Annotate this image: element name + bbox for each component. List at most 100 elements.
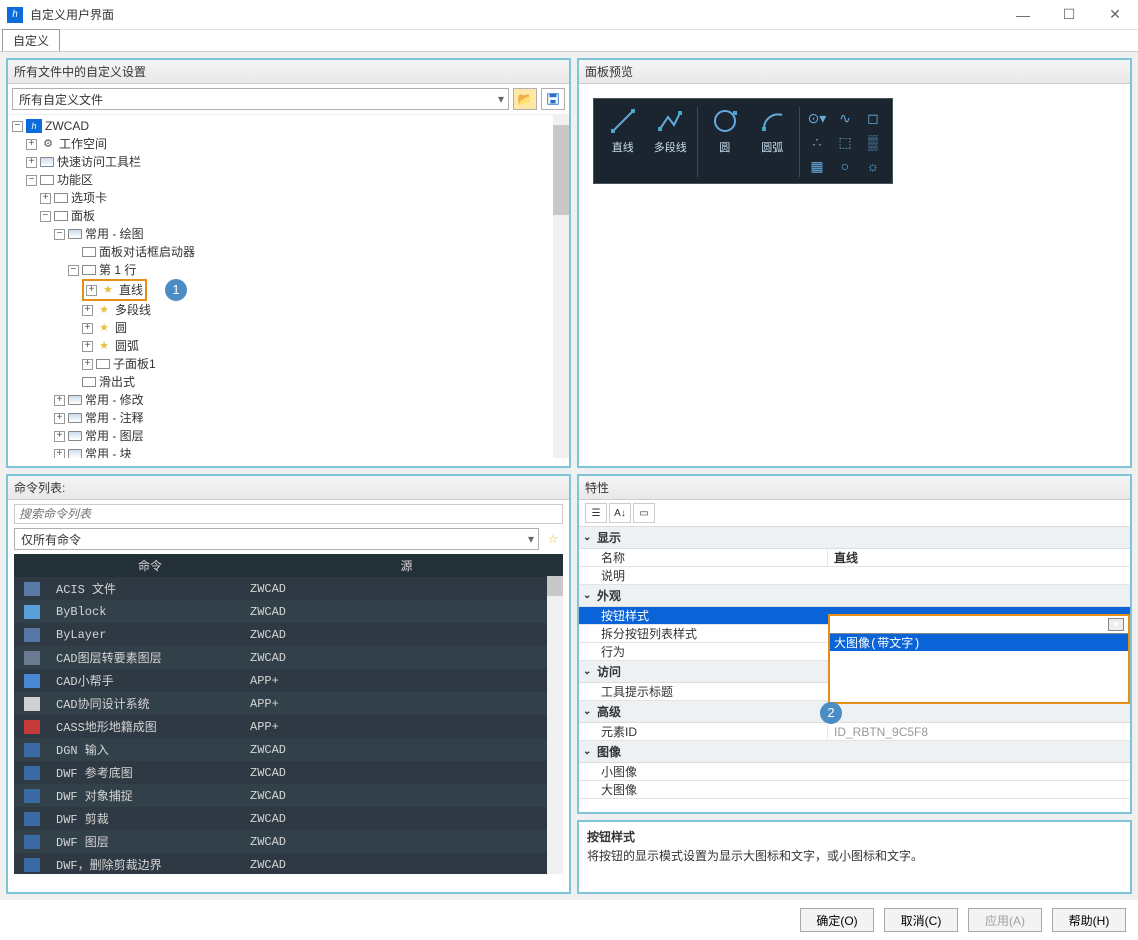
command-row[interactable]: DWF 图层ZWCAD [14,830,563,853]
command-row[interactable]: CAD小帮手APP+ [14,669,563,692]
file-filter-combo[interactable]: 所有自定义文件 [12,88,509,110]
ribbon-circle[interactable]: 圆 [702,107,748,177]
launcher-icon [82,247,96,257]
ok-button[interactable]: 确定(O) [800,908,874,932]
page-tabs: 自定义 [0,30,1138,52]
star-icon: ★ [96,303,112,317]
tab-customize[interactable]: 自定义 [2,29,60,51]
minimize-button[interactable]: — [1000,0,1046,30]
tree-subpanel1[interactable]: 子面板1 [113,355,156,373]
command-row[interactable]: CASS地形地籍成图APP+ [14,715,563,738]
button-style-dropdown[interactable]: 大图像(带文字) 大图像(带文字)大图像(不带文字)小按钮(带文字)小按钮(不带… [828,614,1130,704]
dropdown-option[interactable]: 小按钮(不带文字) [830,685,1128,702]
tree-workspace[interactable]: 工作空间 [59,135,107,153]
tree-scrollbar[interactable] [553,115,569,458]
command-row[interactable]: DWF 对象捕捉ZWCAD [14,784,563,807]
col-cmd[interactable]: 命令 [50,554,250,577]
app-icon: h [7,7,23,23]
favorite-button[interactable]: ☆ [543,528,563,550]
ribbon-polyline[interactable]: 多段线 [648,107,694,177]
tree-common-block[interactable]: 常用 - 块 [85,445,132,458]
tree-line[interactable]: 直线 [119,281,143,299]
command-row[interactable]: CAD协同设计系统APP+ [14,692,563,715]
dropdown-option[interactable]: 大图像(带文字) [830,634,1128,651]
prop-row-element-id[interactable]: 元素ID ID_RBTN_9C5F8 [579,723,1130,741]
ribbon-small-icon[interactable]: ⊙▾ [804,107,830,129]
tree-slideout[interactable]: 滑出式 [99,373,135,391]
tree-common-modify[interactable]: 常用 - 修改 [85,391,144,409]
help-text: 将按钮的显示模式设置为显示大图标和文字，或小图标和文字。 [587,847,1122,864]
row-icon [82,265,96,275]
command-row[interactable]: ACIS 文件ZWCAD [14,577,563,600]
ribbon-small-icon[interactable]: ▒ [860,131,886,153]
help-title: 按钮样式 [587,828,1122,845]
ribbon-arc[interactable]: 圆弧 [749,107,795,177]
tree-common-layer[interactable]: 常用 - 图层 [85,427,144,445]
prop-row-desc[interactable]: 说明 [579,567,1130,585]
save-icon [546,92,560,106]
prop-row-button-style[interactable]: 按钮样式 大图像(带文字) 大图像(带文字)大图像(不带文字)小按钮(带文字)小… [579,607,1130,625]
prop-row-name[interactable]: 名称 直线 [579,549,1130,567]
ribbon-small-icon[interactable]: ◻ [860,107,886,129]
tree-root[interactable]: ZWCAD [45,117,89,135]
command-row[interactable]: ByBlockZWCAD [14,600,563,623]
dropdown-option[interactable]: 大图像(不带文字) [830,651,1128,668]
panel-item-icon [68,413,82,423]
folder-open-icon: 📂 [518,92,533,106]
command-row[interactable]: ByLayerZWCAD [14,623,563,646]
command-row[interactable]: DWF 剪裁ZWCAD [14,807,563,830]
command-filter-combo[interactable]: 仅所有命令 [14,528,539,550]
help-panel: 按钮样式 将按钮的显示模式设置为显示大图标和文字，或小图标和文字。 [577,820,1132,894]
panel-item-icon [68,431,82,441]
prop-row-large-image[interactable]: 大图像 [579,781,1130,799]
prop-sort-button[interactable]: A↓ [609,503,631,523]
close-button[interactable]: ✕ [1092,0,1138,30]
panel-header: 命令列表: [8,476,569,500]
ribbon-small-icon[interactable]: ☼ [860,155,886,177]
ribbon-line[interactable]: 直线 [600,107,646,177]
ribbon-small-icon[interactable]: ∿ [832,107,858,129]
ribbon-small-icon[interactable]: ▦ [804,155,830,177]
subpanel-icon [96,359,110,369]
tab-icon [54,193,68,203]
tree-row1[interactable]: 第 1 行 [99,261,136,279]
command-scrollbar[interactable] [547,576,563,874]
tree-panel[interactable]: 面板 [71,207,95,225]
open-file-button[interactable]: 📂 [513,88,537,110]
command-search-input[interactable] [14,504,563,524]
tree-common-annotate[interactable]: 常用 - 注释 [85,409,144,427]
cancel-button[interactable]: 取消(C) [884,908,958,932]
prop-row-small-image[interactable]: 小图像 [579,763,1130,781]
command-row[interactable]: DWF，删除剪裁边界ZWCAD [14,853,563,874]
tree-common-draw[interactable]: 常用 - 绘图 [85,225,144,243]
tree-arc[interactable]: 圆弧 [115,337,139,355]
command-row[interactable]: DGN 输入ZWCAD [14,738,563,761]
tree-function-area[interactable]: 功能区 [57,171,93,189]
tree-dialog-launcher[interactable]: 面板对话框启动器 [99,243,195,261]
prop-categorize-button[interactable]: ☰ [585,503,607,523]
gear-icon: ⚙ [40,137,56,151]
command-row[interactable]: DWF 参考底图ZWCAD [14,761,563,784]
customize-tree[interactable]: −hZWCAD +⚙工作空间 +快速访问工具栏 −功能区 +选项卡 −面板 −常… [8,115,569,458]
save-file-button[interactable] [541,88,565,110]
panel-preview: 面板预览 直线 多段线 [577,58,1132,468]
command-table: 命令 源 ACIS 文件ZWCADByBlockZWCADByLayerZWCA… [14,554,563,874]
ribbon-icon [40,175,54,185]
ribbon-small-icon[interactable]: ∴ [804,131,830,153]
maximize-button[interactable]: ☐ [1046,0,1092,30]
apply-button[interactable]: 应用(A) [968,908,1042,932]
command-row[interactable]: CAD图层转要素图层ZWCAD [14,646,563,669]
tree-polyline[interactable]: 多段线 [115,301,151,319]
star-icon: ☆ [548,532,559,546]
help-button[interactable]: 帮助(H) [1052,908,1126,932]
tree-qat[interactable]: 快速访问工具栏 [57,153,141,171]
ribbon-small-icon[interactable]: ○ [832,155,858,177]
col-src[interactable]: 源 [250,554,563,577]
tree-option-tab[interactable]: 选项卡 [71,189,107,207]
tree-circle[interactable]: 圆 [115,319,127,337]
ribbon-small-icon[interactable]: ⬚ [832,131,858,153]
prop-pages-button[interactable]: ▭ [633,503,655,523]
command-list-panel: 命令列表: 仅所有命令 ☆ 命令 源 ACIS 文件ZWCADByBlockZW… [6,474,571,894]
dropdown-option[interactable]: 小按钮(带文字) [830,668,1128,685]
panel-header: 所有文件中的自定义设置 [8,60,569,84]
